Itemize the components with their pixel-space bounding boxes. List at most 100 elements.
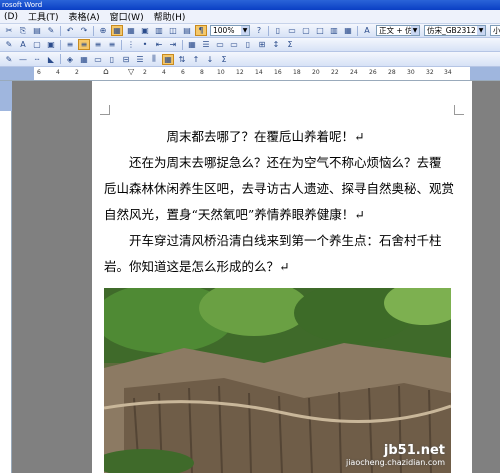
- merge-cells-icon[interactable]: ▭: [92, 54, 104, 65]
- redo-icon[interactable]: ↷: [78, 25, 90, 36]
- cut-icon[interactable]: ✂: [3, 25, 15, 36]
- font-value: 仿宋_GB2312: [427, 26, 476, 35]
- autosum-icon[interactable]: Σ: [218, 54, 230, 65]
- read-mode-icon[interactable]: ▯: [272, 25, 284, 36]
- sort-icon[interactable]: ↕: [270, 39, 282, 50]
- ruler-tick: 12: [236, 69, 244, 76]
- highlight-icon[interactable]: ✎: [3, 39, 15, 50]
- ruler-tick: 32: [426, 69, 434, 76]
- separator: [121, 39, 122, 50]
- document-photo[interactable]: jb51.net jiaocheng.chazidian.com: [104, 288, 451, 473]
- margin-corner-mark: [454, 105, 464, 115]
- align-center-icon[interactable]: ≡: [78, 39, 90, 50]
- insert-icon[interactable]: ▢: [300, 25, 312, 36]
- menu-table[interactable]: 表格(A): [68, 10, 99, 23]
- merge-icon[interactable]: ▭: [228, 39, 240, 50]
- document-map-icon[interactable]: ▤: [181, 25, 193, 36]
- border-icon[interactable]: ▢: [31, 39, 43, 50]
- ruler-tick: 30: [407, 69, 415, 76]
- ruler-tick: 28: [388, 69, 396, 76]
- copy-icon[interactable]: ⎘: [17, 25, 29, 36]
- pen-color-icon[interactable]: ◣: [45, 54, 57, 65]
- undo-icon[interactable]: ↶: [64, 25, 76, 36]
- tables-borders-icon[interactable]: ▦: [111, 25, 123, 36]
- separator: [357, 25, 358, 36]
- font-color-icon[interactable]: A: [17, 39, 29, 50]
- style-combo[interactable]: 正文 + 仿宋 ▼: [376, 25, 420, 36]
- word-count-icon[interactable]: ▦: [342, 25, 354, 36]
- numbering-icon[interactable]: ⋮: [125, 39, 137, 50]
- split-icon[interactable]: ▯: [242, 39, 254, 50]
- drawing-icon[interactable]: ◫: [167, 25, 179, 36]
- justify-icon[interactable]: ≡: [106, 39, 118, 50]
- styles-icon[interactable]: A: [361, 25, 373, 36]
- font-combo[interactable]: 仿宋_GB2312 ▼: [424, 25, 486, 36]
- sort-desc-icon[interactable]: ↓: [204, 54, 216, 65]
- align-right-icon[interactable]: ≡: [92, 39, 104, 50]
- format-painter-icon[interactable]: ✎: [45, 25, 57, 36]
- paragraph-line: 开车穿过清风桥沿清白线来到第一个养生点：石舍村千柱: [104, 233, 442, 248]
- cell-icon[interactable]: ▭: [214, 39, 226, 50]
- align-left-icon[interactable]: ≡: [64, 39, 76, 50]
- align-cell-icon[interactable]: ⊟: [120, 54, 132, 65]
- sum-icon[interactable]: Σ: [284, 39, 296, 50]
- ruler-tick: 2: [75, 69, 79, 76]
- columns-icon[interactable]: ▥: [153, 25, 165, 36]
- fill-color-icon[interactable]: ◈: [64, 54, 76, 65]
- pen-icon[interactable]: ✎: [3, 54, 15, 65]
- ruler-tick: 20: [312, 69, 320, 76]
- drawing-toolbar: ✎ — ┄ ◣ ◈ ▦ ▭ ▯ ⊟ ☰ ⫼ ▦ ⇅ ↑ ↓ Σ: [0, 52, 500, 67]
- hyperlink-icon[interactable]: ⊕: [97, 25, 109, 36]
- decrease-indent-icon[interactable]: ⇤: [153, 39, 165, 50]
- indent-marker-icon[interactable]: ⌂: [103, 67, 109, 77]
- menu-tools[interactable]: 工具(T): [28, 10, 59, 23]
- horizontal-ruler[interactable]: 6 4 2 ⌂ ▽ 2 4 6 8 10 12 14 16 18 20 22 2…: [0, 67, 500, 81]
- ruler-margin-right: [470, 67, 500, 80]
- chevron-down-icon: ▼: [411, 26, 419, 35]
- autofit-icon[interactable]: ⊞: [256, 39, 268, 50]
- zoom-value: 100%: [213, 26, 235, 35]
- read-icon[interactable]: ▭: [286, 25, 298, 36]
- insert-excel-icon[interactable]: ▣: [139, 25, 151, 36]
- border-grid-icon[interactable]: ▦: [78, 54, 90, 65]
- paragraph-line: 自然风光，置身“天然氧吧”养情养眼养健康！↵: [104, 207, 365, 222]
- ruler-tick: 14: [255, 69, 263, 76]
- ruler-tick: 10: [217, 69, 225, 76]
- font-size-value: 小三: [493, 26, 500, 35]
- separator: [93, 25, 94, 36]
- line-style-icon[interactable]: —: [17, 54, 29, 65]
- rows-icon[interactable]: ☰: [200, 39, 212, 50]
- chart-icon[interactable]: ▥: [328, 25, 340, 36]
- watermark-site: jb51.net: [383, 443, 445, 458]
- separator: [268, 25, 269, 36]
- menu-window[interactable]: 窗口(W): [110, 10, 144, 23]
- text-direction-icon[interactable]: ⇅: [176, 54, 188, 65]
- dash-style-icon[interactable]: ┄: [31, 54, 43, 65]
- distribute-rows-icon[interactable]: ☰: [134, 54, 146, 65]
- table-style-icon[interactable]: ▦: [162, 53, 174, 65]
- document-body[interactable]: 周末都去哪了？在覆卮山养着呢！↵ 还在为周末去哪捉急么？还在为空气不称心烦恼么？…: [104, 124, 455, 280]
- insert-table-icon[interactable]: ▦: [125, 25, 137, 36]
- show-hide-icon[interactable]: ¶: [195, 25, 207, 36]
- split-cells-icon[interactable]: ▯: [106, 54, 118, 65]
- distribute-cols-icon[interactable]: ⫼: [148, 54, 160, 65]
- first-line-indent-icon[interactable]: ▽: [128, 67, 134, 76]
- paragraph-line: 周末都去哪了？在覆卮山养着呢！↵: [104, 129, 365, 144]
- increase-indent-icon[interactable]: ⇥: [167, 39, 179, 50]
- shading-icon[interactable]: ▣: [45, 39, 57, 50]
- sort-asc-icon[interactable]: ↑: [190, 54, 202, 65]
- ruler-tick: 6: [37, 69, 41, 76]
- ruler-tick: 18: [293, 69, 301, 76]
- paste-icon[interactable]: ▤: [31, 25, 43, 36]
- title-bar: rosoft Word: [0, 0, 500, 10]
- help-icon[interactable]: ?: [253, 25, 265, 36]
- font-size-combo[interactable]: 小三▼: [490, 25, 500, 36]
- table-icon[interactable]: ▦: [186, 39, 198, 50]
- paragraph-line: 卮山森林休闲养生区吧，去寻访古人遗迹、探寻自然奥秘、观赏: [104, 181, 455, 196]
- menu-insert[interactable]: (D): [4, 12, 18, 22]
- menu-help[interactable]: 帮助(H): [154, 10, 186, 23]
- box-icon[interactable]: □: [314, 25, 326, 36]
- bullets-icon[interactable]: •: [139, 39, 151, 50]
- zoom-combo[interactable]: 100% ▼: [210, 25, 250, 36]
- vertical-ruler[interactable]: [0, 81, 12, 473]
